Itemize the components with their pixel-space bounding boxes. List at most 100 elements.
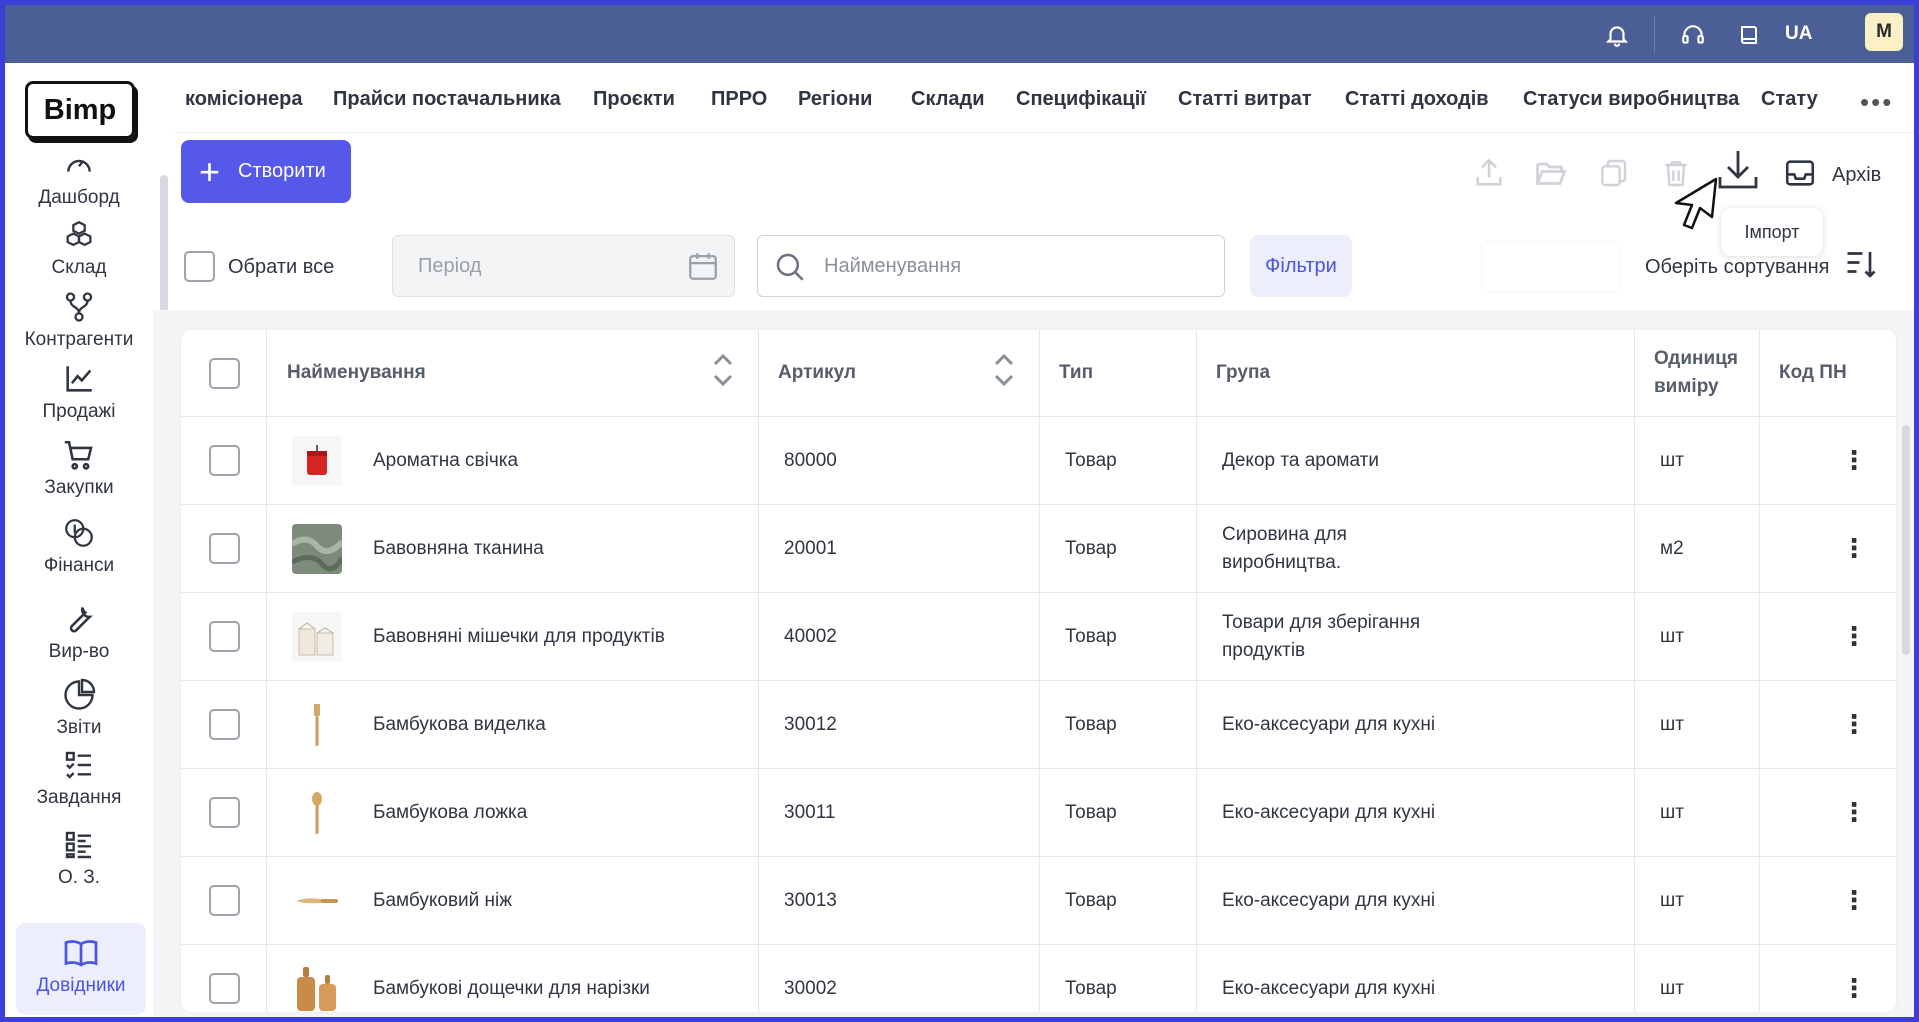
product-group: Еко-аксесуари для кухні xyxy=(1222,769,1435,856)
row-checkbox[interactable] xyxy=(209,973,240,1004)
table-row[interactable]: Бавовняна тканина 20001 Товар Сировина д… xyxy=(181,505,1896,593)
tab-expense-items[interactable]: Статті витрат xyxy=(1178,88,1312,111)
sidebar-item-label: Склад xyxy=(51,257,107,278)
product-name[interactable]: Бамбуковий ніж xyxy=(373,857,512,944)
row-checkbox[interactable] xyxy=(209,709,240,740)
plus-icon: + xyxy=(199,150,221,192)
tab-warehouses[interactable]: Склади xyxy=(911,88,985,111)
tab-income-items[interactable]: Статті доходів xyxy=(1345,88,1489,111)
table-row[interactable]: Бавовняні мішечки для продуктів 40002 То… xyxy=(181,593,1896,681)
archive-icon[interactable] xyxy=(1780,153,1820,193)
row-menu-icon[interactable]: ⋮ xyxy=(1841,797,1867,828)
row-checkbox[interactable] xyxy=(209,797,240,828)
sidebar-item-directories[interactable]: Довідники xyxy=(16,923,146,1015)
headset-icon[interactable] xyxy=(1676,18,1710,52)
row-menu-icon[interactable]: ⋮ xyxy=(1841,445,1867,476)
row-menu-icon[interactable]: ⋮ xyxy=(1841,533,1867,564)
table-row[interactable]: Ароматна свічка 80000 Товар Декор та аро… xyxy=(181,417,1896,505)
folder-open-icon[interactable] xyxy=(1531,153,1571,193)
unit-header-line2: виміру xyxy=(1654,376,1719,397)
product-name[interactable]: Бамбукова ложка xyxy=(373,769,527,856)
product-thumbnail xyxy=(292,435,342,486)
language-switch[interactable]: UA xyxy=(1785,23,1812,45)
row-checkbox[interactable] xyxy=(209,445,240,476)
product-unit: шт xyxy=(1660,449,1684,471)
sidebar-item-label: Фінанси xyxy=(43,555,115,576)
table-row[interactable]: Бамбукова ложка 30011 Товар Еко-аксесуар… xyxy=(181,769,1896,857)
column-header-code[interactable]: Код ПН xyxy=(1779,330,1847,416)
group-line1: Еко-аксесуари для кухні xyxy=(1222,713,1436,735)
row-checkbox[interactable] xyxy=(209,885,240,916)
archive-button[interactable]: Архів xyxy=(1832,164,1881,187)
tab-specifications[interactable]: Специфікації xyxy=(1016,88,1146,111)
tab-statuses[interactable]: Стату xyxy=(1761,88,1818,111)
book-icon[interactable] xyxy=(1732,18,1766,52)
search-input[interactable]: Найменування xyxy=(757,235,1225,297)
tab-production-statuses[interactable]: Статуси виробництва xyxy=(1523,88,1739,111)
product-name[interactable]: Бавовняні мішечки для продуктів xyxy=(373,593,665,680)
tab-commissioner[interactable]: комісіонера xyxy=(185,88,303,111)
column-header-group[interactable]: Група xyxy=(1216,330,1270,416)
sidebar-item-sales[interactable]: Продажі xyxy=(10,359,148,423)
product-sku: 30011 xyxy=(784,801,836,823)
product-name[interactable]: Бавовняна тканина xyxy=(373,505,544,592)
unit-header-line1: Одиниця xyxy=(1654,348,1738,369)
row-menu-icon[interactable]: ⋮ xyxy=(1841,621,1867,652)
sort-arrows-icon[interactable] xyxy=(711,352,735,393)
tab-regions[interactable]: Регіони xyxy=(798,88,872,111)
sort-arrows-icon[interactable] xyxy=(992,352,1016,393)
product-name[interactable]: Бамбукова виделка xyxy=(373,681,546,768)
sidebar-item-fixed-assets[interactable]: О. З. xyxy=(10,825,148,889)
product-sku: 40002 xyxy=(784,625,837,647)
column-header-name[interactable]: Найменування xyxy=(287,330,426,416)
sidebar-item-warehouse[interactable]: Склад xyxy=(10,215,148,279)
product-name[interactable]: Ароматна свічка xyxy=(373,417,518,504)
copy-icon[interactable] xyxy=(1593,153,1633,193)
filters-button[interactable]: Фільтри xyxy=(1250,235,1352,297)
sidebar-item-finance[interactable]: Фінанси xyxy=(10,513,148,577)
product-thumbnail xyxy=(292,787,342,838)
row-checkbox[interactable] xyxy=(209,621,240,652)
bell-icon[interactable] xyxy=(1600,18,1634,52)
column-header-unit[interactable]: Одиниця виміру xyxy=(1654,330,1738,416)
row-checkbox[interactable] xyxy=(209,533,240,564)
row-menu-icon[interactable]: ⋮ xyxy=(1841,709,1867,740)
product-name[interactable]: Бамбукові дощечки для нарізки xyxy=(373,945,650,1012)
table-row[interactable]: Бамбукові дощечки для нарізки 30002 Това… xyxy=(181,945,1896,1012)
column-header-sku[interactable]: Артикул xyxy=(778,330,856,416)
avatar[interactable]: M xyxy=(1865,13,1903,51)
sidebar-item-reports[interactable]: Звіти xyxy=(10,675,148,739)
table-row[interactable]: Бамбуковий ніж 30013 Товар Еко-аксесуари… xyxy=(181,857,1896,945)
row-menu-icon[interactable]: ⋮ xyxy=(1841,885,1867,916)
header-select-checkbox[interactable] xyxy=(209,357,240,389)
product-unit: шт xyxy=(1660,625,1684,647)
sort-icon[interactable] xyxy=(1843,246,1879,287)
sidebar-item-dashboard[interactable]: Дашборд xyxy=(10,145,148,209)
export-icon[interactable] xyxy=(1469,153,1509,193)
sidebar-item-counterparties[interactable]: Контрагенти xyxy=(10,287,148,351)
row-menu-icon[interactable]: ⋮ xyxy=(1841,973,1867,1004)
select-all-checkbox[interactable] xyxy=(184,251,215,282)
tab-prro[interactable]: ПРРО xyxy=(711,88,767,111)
create-button[interactable]: + Створити xyxy=(181,140,351,203)
tab-supplier-prices[interactable]: Прайси постачальника xyxy=(333,88,561,111)
sidebar-item-production[interactable]: Вир-во xyxy=(10,599,148,663)
table-row[interactable]: Бамбукова виделка 30012 Товар Еко-аксесу… xyxy=(181,681,1896,769)
sidebar-item-tasks[interactable]: Завдання xyxy=(10,745,148,809)
calendar-icon[interactable] xyxy=(686,249,720,288)
group-line2: продуктів xyxy=(1222,639,1306,661)
product-group: Еко-аксесуари для кухні xyxy=(1222,945,1435,1012)
network-icon xyxy=(10,287,148,327)
empty-dropdown[interactable] xyxy=(1483,243,1618,291)
sort-select[interactable]: Оберіть сортування xyxy=(1645,256,1829,279)
period-field[interactable]: Період xyxy=(392,235,735,297)
logo[interactable]: Bimp xyxy=(25,81,135,139)
more-tabs-icon[interactable]: ••• xyxy=(1860,87,1893,118)
sidebar-item-purchases[interactable]: Закупки xyxy=(10,435,148,499)
table-scrollbar[interactable] xyxy=(1902,425,1910,655)
tab-projects[interactable]: Проєкти xyxy=(593,88,675,111)
search-placeholder: Найменування xyxy=(824,255,962,277)
product-thumbnail xyxy=(292,875,342,926)
product-type: Товар xyxy=(1065,713,1117,735)
column-header-type[interactable]: Тип xyxy=(1059,330,1093,416)
